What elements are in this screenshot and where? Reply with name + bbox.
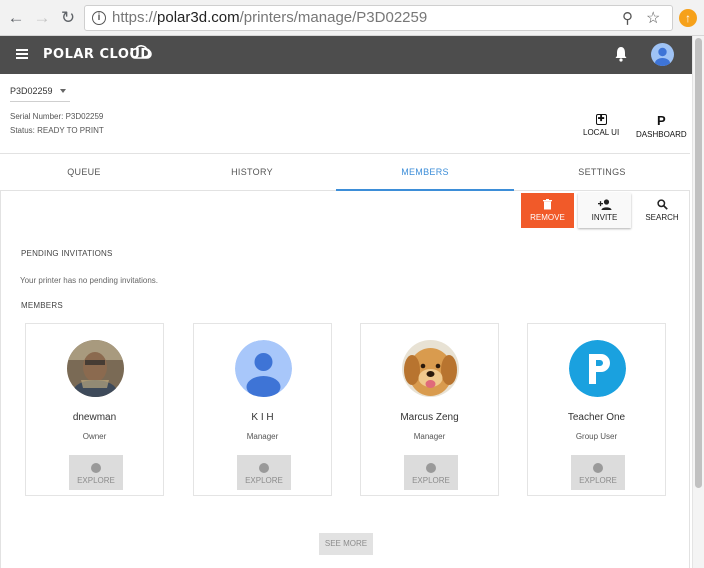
dashboard-p-icon: P xyxy=(657,113,666,128)
compass-icon xyxy=(259,463,269,473)
address-bar[interactable]: i https://polar3d.com/printers/manage/P3… xyxy=(84,5,673,31)
member-name: Marcus Zeng xyxy=(400,412,459,423)
local-ui-button[interactable]: ✚ LOCAL UI xyxy=(583,114,619,137)
browser-toolbar: ← → ↻ i https://polar3d.com/printers/man… xyxy=(0,0,704,36)
member-role: Manager xyxy=(246,432,279,441)
letter-p-avatar xyxy=(569,340,626,397)
tab-bar: QUEUE HISTORY MEMBERS SETTINGS xyxy=(0,153,690,191)
tab-settings[interactable]: SETTINGS xyxy=(514,154,690,191)
explore-button[interactable]: EXPLORE xyxy=(404,455,458,490)
bookmark-star-icon[interactable]: ☆ xyxy=(646,8,664,27)
caret-down-icon xyxy=(60,89,66,93)
invite-button[interactable]: INVITE xyxy=(578,193,631,228)
tab-members[interactable]: MEMBERS xyxy=(336,154,514,191)
member-card: K I H Manager EXPLORE xyxy=(193,323,332,496)
compass-icon xyxy=(91,463,101,473)
member-role: Manager xyxy=(413,432,446,441)
user-avatar[interactable] xyxy=(651,43,674,66)
member-card: Teacher One Group User EXPLORE xyxy=(527,323,666,496)
member-name: Teacher One xyxy=(567,412,626,423)
app-header: POLAR CLOUD xyxy=(0,36,692,74)
member-card: Marcus Zeng Manager EXPLORE xyxy=(360,323,499,496)
explore-button[interactable]: EXPLORE xyxy=(69,455,123,490)
tab-queue[interactable]: QUEUE xyxy=(0,154,168,191)
dog-photo-avatar xyxy=(402,340,459,397)
url-text: https://polar3d.com/printers/manage/P3D0… xyxy=(112,9,428,26)
info-icon[interactable]: i xyxy=(92,11,106,25)
member-role: Group User xyxy=(575,432,618,441)
default-person-avatar xyxy=(235,340,292,397)
search-button[interactable]: SEARCH xyxy=(637,193,687,228)
dashboard-button[interactable]: P DASHBOARD xyxy=(636,114,687,139)
explore-button[interactable]: EXPLORE xyxy=(571,455,625,490)
scrollbar-thumb[interactable] xyxy=(695,38,702,488)
person-add-icon xyxy=(578,199,631,210)
pending-invitations-heading: PENDING INVITATIONS xyxy=(21,249,113,258)
remove-button[interactable]: REMOVE xyxy=(521,193,574,228)
explore-button[interactable]: EXPLORE xyxy=(237,455,291,490)
forward-icon[interactable]: → xyxy=(32,8,52,28)
printer-select[interactable]: P3D02259 xyxy=(10,86,70,102)
search-icon xyxy=(637,199,687,210)
members-heading: MEMBERS xyxy=(21,301,63,310)
hamburger-menu-icon[interactable] xyxy=(16,49,28,59)
zoom-icon[interactable]: ⚲ xyxy=(622,9,640,27)
trash-icon xyxy=(521,199,574,210)
see-more-button[interactable]: SEE MORE xyxy=(319,533,373,555)
compass-icon xyxy=(426,463,436,473)
page-scrollbar[interactable] xyxy=(692,36,704,568)
member-card: dnewman Owner EXPLORE xyxy=(25,323,164,496)
tab-history[interactable]: HISTORY xyxy=(168,154,336,191)
pending-invitations-note: Your printer has no pending invitations. xyxy=(20,276,159,285)
bell-icon[interactable] xyxy=(614,46,628,62)
printer-select-value: P3D02259 xyxy=(10,86,53,96)
member-role: Owner xyxy=(82,432,107,441)
printer-status: Status: READY TO PRINT xyxy=(10,126,104,135)
member-name: K I H xyxy=(251,412,274,423)
cloud-logo-icon xyxy=(130,45,152,59)
photo-avatar xyxy=(67,340,124,397)
serial-number: Serial Number: P3D02259 xyxy=(10,112,104,121)
local-ui-icon: ✚ xyxy=(595,114,607,125)
reload-icon[interactable]: ↻ xyxy=(58,8,78,28)
extension-icon[interactable]: ↑ xyxy=(679,9,697,27)
compass-icon xyxy=(593,463,603,473)
member-name: dnewman xyxy=(72,412,117,423)
back-icon[interactable]: ← xyxy=(6,8,26,28)
